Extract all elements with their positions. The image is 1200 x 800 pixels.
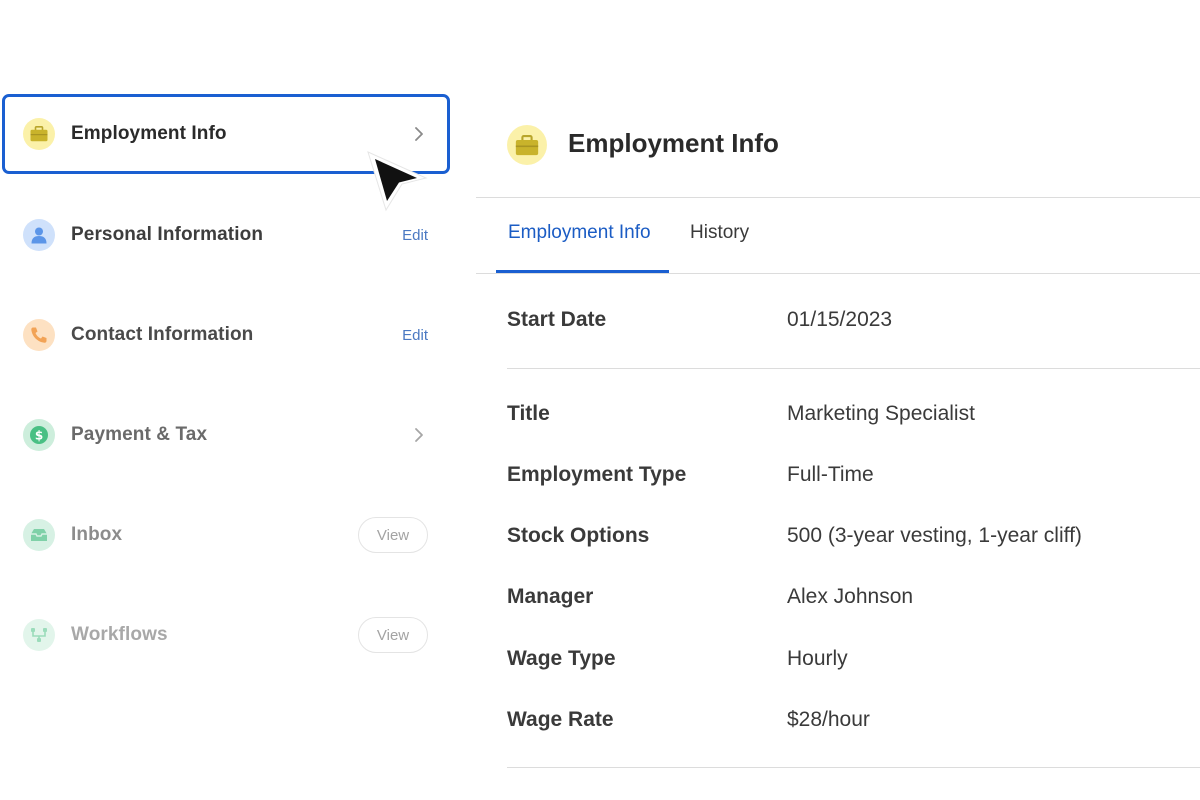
stock-options-label: Stock Options (507, 524, 650, 547)
app-page: Employment Info Personal Information Edi… (0, 0, 1200, 800)
sidebar-item-label: Employment Info (71, 123, 227, 144)
edit-link[interactable]: Edit (402, 227, 428, 244)
manager-value: Alex Johnson (787, 585, 914, 608)
tabs-divider (476, 273, 1200, 274)
header-divider (476, 197, 1200, 198)
sidebar-nav: Employment Info Personal Information Edi… (0, 0, 476, 800)
phone-icon (23, 319, 55, 351)
manager-label: Manager (507, 585, 594, 608)
sidebar-item-label: Personal Information (71, 224, 264, 245)
start-date-value: 01/15/2023 (787, 308, 893, 331)
title-label: Title (507, 402, 550, 425)
stock-options-value: 500 (3-year vesting, 1-year cliff) (787, 524, 1082, 547)
chevron-right-icon (415, 127, 423, 141)
sidebar-item-label: Payment & Tax (71, 424, 208, 445)
wage-rate-value: $28/hour (787, 708, 870, 731)
view-button[interactable]: View (358, 517, 428, 553)
sidebar-item-payment-tax[interactable]: $ Payment & Tax (2, 395, 450, 475)
sidebar-item-label: Workflows (71, 624, 168, 645)
sidebar-item-label: Contact Information (71, 324, 254, 345)
edit-link[interactable]: Edit (402, 327, 428, 344)
tab-employment-info[interactable]: Employment Info (508, 222, 651, 244)
wage-rate-label: Wage Rate (507, 708, 614, 731)
mouse-pointer-icon (367, 151, 428, 212)
employment-type-value: Full-Time (787, 463, 874, 486)
section-divider (507, 767, 1200, 768)
briefcase-icon (507, 125, 547, 165)
view-button[interactable]: View (358, 617, 428, 653)
sidebar-item-label: Inbox (71, 524, 123, 545)
chevron-right-icon (415, 428, 423, 442)
tab-history[interactable]: History (690, 222, 749, 244)
title-value: Marketing Specialist (787, 402, 975, 425)
briefcase-icon (23, 118, 55, 150)
sidebar-item-inbox[interactable]: Inbox View (2, 495, 450, 575)
start-date-label: Start Date (507, 308, 607, 331)
sidebar-item-contact-information[interactable]: Contact Information Edit (2, 295, 450, 375)
person-icon (23, 219, 55, 251)
employment-type-label: Employment Type (507, 463, 687, 486)
workflow-icon (23, 619, 55, 651)
main-panel: Employment Info Employment Info History … (476, 0, 1200, 800)
page-title: Employment Info (568, 128, 779, 158)
sidebar-item-workflows[interactable]: Workflows View (2, 595, 450, 675)
wage-type-label: Wage Type (507, 647, 616, 670)
dollar-icon: $ (23, 419, 55, 451)
svg-text:$: $ (35, 429, 43, 443)
wage-type-value: Hourly (787, 647, 848, 670)
inbox-icon (23, 519, 55, 551)
section-divider (507, 368, 1200, 369)
